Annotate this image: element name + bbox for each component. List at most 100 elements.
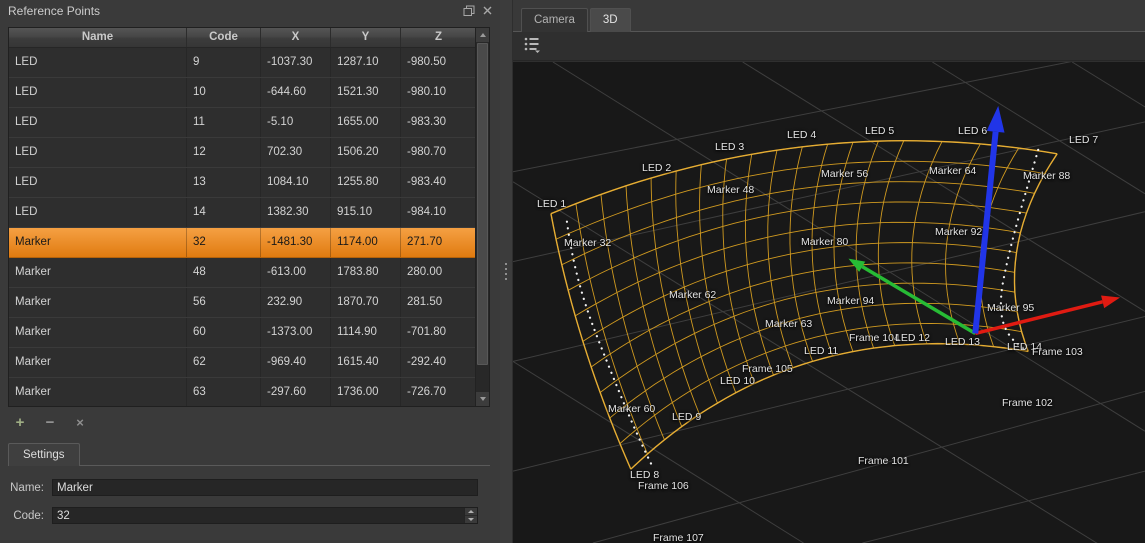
table-body: LED9-1037.301287.10-980.50LED10-644.6015… [9, 48, 475, 406]
cell-code: 63 [187, 378, 261, 406]
cell-y: 1736.00 [331, 378, 401, 406]
cell-x: 1382.30 [261, 198, 331, 227]
cell-z: -984.10 [401, 198, 475, 227]
cell-code: 11 [187, 108, 261, 137]
cell-code: 14 [187, 198, 261, 227]
view-content: LED 1LED 2LED 3LED 4LED 5LED 6LED 7Marke… [513, 32, 1145, 543]
cell-name: Marker [9, 378, 187, 406]
scrollbar-up-icon[interactable] [476, 28, 489, 42]
scrollbar-track[interactable] [476, 42, 489, 392]
cell-name: Marker [9, 318, 187, 347]
cell-z: 271.70 [401, 228, 475, 257]
cell-code: 9 [187, 48, 261, 77]
panel-splitter[interactable] [500, 0, 512, 543]
cell-z: -701.80 [401, 318, 475, 347]
cell-code: 32 [187, 228, 261, 257]
name-label: Name: [8, 482, 44, 494]
settings-tabbar: Settings [8, 443, 490, 466]
cell-name: LED [9, 48, 187, 77]
name-field[interactable] [52, 479, 478, 496]
3d-viewport[interactable]: LED 1LED 2LED 3LED 4LED 5LED 6LED 7Marke… [513, 62, 1145, 543]
column-header-code[interactable]: Code [187, 28, 261, 47]
cell-x: -1481.30 [261, 228, 331, 257]
cell-z: -980.50 [401, 48, 475, 77]
column-header-y[interactable]: Y [331, 28, 401, 47]
cell-z: -980.70 [401, 138, 475, 167]
panel-title: Reference Points [8, 4, 100, 18]
cell-y: 1615.40 [331, 348, 401, 377]
tab-3d[interactable]: 3D [590, 8, 631, 32]
cell-name: LED [9, 78, 187, 107]
column-header-name[interactable]: Name [9, 28, 187, 47]
application-window: Reference Points NameCodeXYZ LED9-1037.3… [0, 0, 1145, 543]
remove-point-button[interactable]: − [38, 414, 62, 432]
float-panel-icon[interactable] [462, 4, 475, 17]
cell-name: Marker [9, 258, 187, 287]
view-options-icon[interactable] [523, 36, 542, 56]
cell-x: -5.10 [261, 108, 331, 137]
table-row[interactable]: Marker32-1481.301174.00271.70 [9, 228, 475, 258]
reference-points-table: NameCodeXYZ LED9-1037.301287.10-980.50LE… [8, 27, 490, 407]
cell-name: Marker [9, 288, 187, 317]
table-row[interactable]: Marker56232.901870.70281.50 [9, 288, 475, 318]
cell-code: 48 [187, 258, 261, 287]
cell-x: -969.40 [261, 348, 331, 377]
cell-x: -644.60 [261, 78, 331, 107]
spin-up-icon[interactable] [465, 508, 477, 516]
cell-z: 280.00 [401, 258, 475, 287]
column-header-z[interactable]: Z [401, 28, 475, 47]
cell-y: 1870.70 [331, 288, 401, 317]
cell-x: -1037.30 [261, 48, 331, 77]
table-row[interactable]: LED141382.30915.10-984.10 [9, 198, 475, 228]
cell-y: 915.10 [331, 198, 401, 227]
panel-titlebar: Reference Points [0, 0, 500, 22]
table-row[interactable]: LED11-5.101655.00-983.30 [9, 108, 475, 138]
cell-z: -983.30 [401, 108, 475, 137]
delete-point-button[interactable]: × [68, 414, 92, 432]
cell-x: -1373.00 [261, 318, 331, 347]
code-label: Code: [8, 510, 44, 522]
table-row[interactable]: Marker60-1373.001114.90-701.80 [9, 318, 475, 348]
cell-x: 1084.10 [261, 168, 331, 197]
cell-z: 281.50 [401, 288, 475, 317]
table-row[interactable]: Marker63-297.601736.00-726.70 [9, 378, 475, 406]
cell-x: -613.00 [261, 258, 331, 287]
cell-z: -983.40 [401, 168, 475, 197]
cell-x: 232.90 [261, 288, 331, 317]
table-row[interactable]: LED131084.101255.80-983.40 [9, 168, 475, 198]
spin-down-icon[interactable] [465, 516, 477, 523]
cell-x: -297.60 [261, 378, 331, 406]
cell-code: 10 [187, 78, 261, 107]
table-row[interactable]: LED12702.301506.20-980.70 [9, 138, 475, 168]
view-tabbar: Camera 3D [513, 0, 1145, 32]
table-row[interactable]: Marker48-613.001783.80280.00 [9, 258, 475, 288]
table-row[interactable]: LED10-644.601521.30-980.10 [9, 78, 475, 108]
cell-y: 1287.10 [331, 48, 401, 77]
table-row[interactable]: LED9-1037.301287.10-980.50 [9, 48, 475, 78]
scrollbar-down-icon[interactable] [476, 392, 489, 406]
cell-z: -726.70 [401, 378, 475, 406]
cell-code: 56 [187, 288, 261, 317]
cell-name: LED [9, 138, 187, 167]
cell-y: 1521.30 [331, 78, 401, 107]
cell-y: 1783.80 [331, 258, 401, 287]
table-row[interactable]: Marker62-969.401615.40-292.40 [9, 348, 475, 378]
cell-name: Marker [9, 228, 187, 257]
close-panel-icon[interactable] [481, 4, 494, 17]
cell-z: -980.10 [401, 78, 475, 107]
cell-z: -292.40 [401, 348, 475, 377]
table-scrollbar[interactable] [475, 28, 489, 406]
cell-y: 1506.20 [331, 138, 401, 167]
code-field[interactable] [52, 507, 478, 524]
cell-code: 13 [187, 168, 261, 197]
cell-name: LED [9, 108, 187, 137]
column-header-x[interactable]: X [261, 28, 331, 47]
cell-x: 702.30 [261, 138, 331, 167]
tab-settings[interactable]: Settings [8, 443, 80, 466]
scrollbar-thumb[interactable] [477, 43, 488, 365]
cell-y: 1174.00 [331, 228, 401, 257]
tab-camera[interactable]: Camera [521, 8, 588, 32]
cell-y: 1114.90 [331, 318, 401, 347]
table-actions: + − × [8, 414, 98, 432]
add-point-button[interactable]: + [8, 414, 32, 432]
